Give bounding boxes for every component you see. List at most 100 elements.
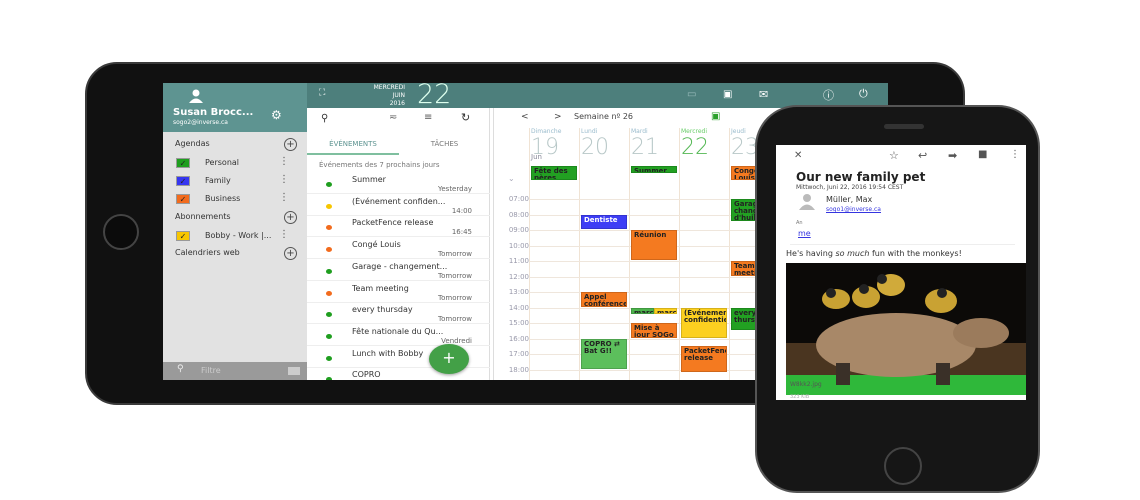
calendar-event[interactable]: marc	[631, 307, 654, 315]
tab-tasks[interactable]: TÂCHES	[399, 135, 490, 155]
event-title: every thursday	[352, 305, 413, 315]
filter-input[interactable]: Filtre	[201, 366, 221, 375]
sidebar-item-family[interactable]: ✓ Family ⋮	[163, 172, 307, 190]
event-title: Fête nationale du Qu...	[352, 326, 444, 336]
calendar-event[interactable]: Mise à jour SOGo	[631, 323, 677, 338]
hour-label: 07:00	[508, 195, 529, 203]
reply-icon[interactable]: ↩	[918, 149, 927, 162]
more-icon[interactable]: ⋮	[279, 174, 289, 185]
agendas-label: Agendas	[175, 139, 210, 148]
to-label: An	[796, 220, 803, 226]
calendar-event[interactable]: Dentiste	[581, 214, 627, 229]
all-day-event[interactable]: Summer	[631, 166, 677, 173]
add-web-calendar-icon[interactable]: +	[284, 247, 297, 260]
phone-home-button[interactable]	[884, 447, 922, 485]
day-number[interactable]: 20	[581, 135, 609, 160]
sidebar-item-bobby[interactable]: ✓ Bobby - Work |... ⋮	[163, 227, 307, 245]
mail-date: Mittwoch, Juni 22, 2016 19:54 CEST	[796, 184, 904, 191]
list-item[interactable]: every thursday Tomorrow	[307, 302, 490, 325]
user-icon	[189, 89, 203, 103]
mail-app-icon[interactable]: ✉	[759, 88, 768, 101]
attachment-name[interactable]: W8kk2.jpg	[790, 381, 822, 388]
body-text: fun with the monkeys!	[869, 249, 962, 258]
forward-icon[interactable]: ➡	[948, 149, 957, 162]
add-event-button[interactable]: +	[429, 344, 469, 374]
subscriptions-header: Abonnements +	[163, 209, 307, 227]
gear-icon[interactable]: ⚙	[271, 108, 282, 122]
calendar-app-icon[interactable]: ▭	[687, 89, 696, 100]
sidebar-item-personal[interactable]: ✓ Personal ⋮	[163, 154, 307, 172]
sender-name: Müller, Max	[826, 195, 873, 204]
all-day-event[interactable]: Fête des pères	[531, 166, 577, 180]
more-icon[interactable]: ⋮	[279, 156, 289, 167]
checkbox-icon[interactable]: ✓	[176, 194, 190, 204]
star-icon[interactable]: ☆	[889, 149, 899, 162]
agenda-label: Family	[205, 176, 231, 185]
add-agenda-icon[interactable]: +	[284, 138, 297, 151]
list-item[interactable]: (Événement confiden... 14:00	[307, 194, 490, 216]
checkbox-icon[interactable]: ✓	[176, 231, 190, 241]
more-icon[interactable]: ⋮	[279, 192, 289, 203]
sort-icon[interactable]: ≡	[424, 112, 432, 123]
checkbox-icon[interactable]: ✓	[176, 176, 190, 186]
list-item[interactable]: Team meeting Tomorrow	[307, 281, 490, 303]
day-column-divider	[629, 128, 630, 380]
search-icon[interactable]: ⚲	[321, 113, 328, 124]
search-icon: ⚲	[177, 364, 184, 374]
mail-subject: Our new family pet	[796, 170, 926, 184]
filter-toggle[interactable]	[288, 367, 300, 375]
calendar-color-dot	[326, 355, 332, 361]
event-when: Tomorrow	[438, 250, 472, 259]
hour-label: 13:00	[508, 288, 529, 296]
calendar-color-dot	[326, 268, 332, 274]
fullscreen-icon[interactable]: ⛶	[319, 88, 325, 98]
day-number[interactable]: 21	[631, 135, 659, 160]
tablet-home-button[interactable]	[103, 214, 139, 250]
user-header: Susan Brocc... sogo2@inverse.ca ⚙	[163, 83, 307, 132]
list-item[interactable]: Fête nationale du Qu... Vendredi	[307, 324, 490, 346]
agenda-label: Business	[205, 194, 241, 203]
sidebar-item-business[interactable]: ✓ Business ⋮	[163, 190, 307, 208]
day-name: Lundi	[581, 128, 598, 135]
filter-icon[interactable]: ≂	[389, 112, 397, 123]
delete-icon[interactable]: ■	[978, 149, 987, 160]
day-column-divider	[679, 128, 680, 380]
body-text: He's having	[786, 249, 836, 258]
checkbox-icon[interactable]: ✓	[176, 158, 190, 168]
help-icon[interactable]: ⓘ	[823, 87, 834, 103]
year: 2016	[389, 100, 405, 107]
event-title: Garage - changement...	[352, 261, 448, 271]
day-number[interactable]: 19	[531, 135, 559, 160]
calendar-event[interactable]: COPRO ⇄ Bat G!!	[581, 338, 627, 369]
calendar-event[interactable]: (Événement confidentiel)	[681, 307, 727, 338]
more-icon[interactable]: ⋮	[1010, 149, 1020, 160]
list-item[interactable]: Congé Louis Tomorrow	[307, 237, 490, 260]
add-subscription-icon[interactable]: +	[284, 211, 297, 224]
hour-label: 17:00	[508, 350, 529, 358]
hour-label: 18:00	[508, 365, 529, 374]
contacts-app-icon[interactable]: ▣	[723, 89, 732, 100]
logout-icon[interactable]: ⏻	[859, 87, 868, 101]
list-item[interactable]: Summer Yesterday	[307, 172, 490, 194]
month: JUIN	[392, 92, 405, 99]
sender-email[interactable]: sogo1@inverse.ca	[826, 206, 881, 213]
tab-events[interactable]: ÉVÉNEMENTS	[307, 135, 399, 155]
day-number[interactable]: 22	[681, 135, 709, 160]
event-when: Tomorrow	[438, 315, 472, 324]
event-title: Team meeting	[352, 283, 409, 293]
calendar-event[interactable]: marc	[654, 307, 677, 315]
refresh-icon[interactable]: ↻	[461, 111, 470, 124]
mail-body: He's having so much fun with the monkeys…	[786, 249, 962, 258]
close-icon[interactable]: ✕	[794, 150, 802, 161]
day-column-divider	[729, 128, 730, 380]
calendar-event[interactable]: Réunion	[631, 230, 677, 260]
list-item[interactable]: PacketFence release 16:45	[307, 215, 490, 238]
capybara-photo	[786, 263, 1026, 395]
calendar-event[interactable]: PacketFence release	[681, 346, 727, 372]
hour-label: 09:00	[508, 226, 529, 234]
event-when: Tomorrow	[438, 293, 472, 302]
calendar-event[interactable]: Appel conférence	[581, 292, 627, 307]
more-icon[interactable]: ⋮	[279, 229, 289, 240]
recipient-link[interactable]: me	[798, 229, 811, 238]
list-item[interactable]: Garage - changement... Tomorrow	[307, 259, 490, 281]
